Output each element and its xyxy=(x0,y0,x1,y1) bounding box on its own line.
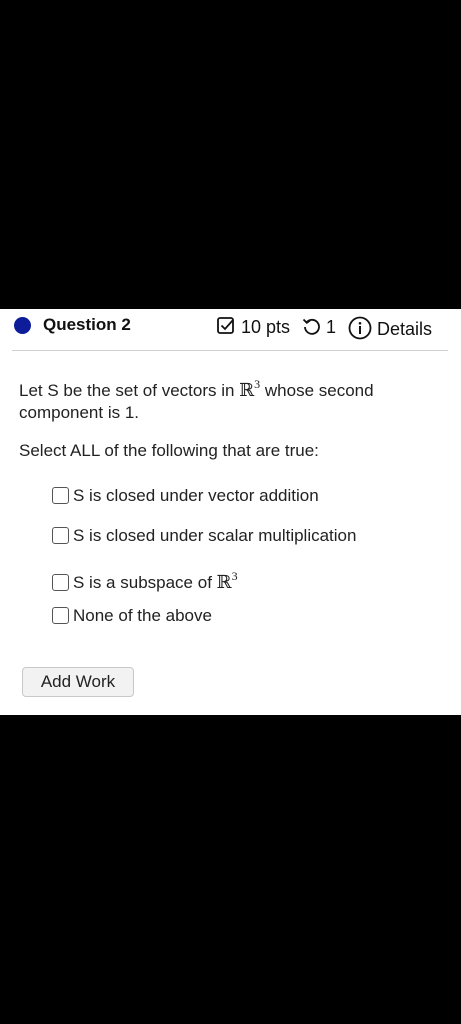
question-title: Question 2 xyxy=(43,315,131,334)
option-label[interactable]: None of the above xyxy=(73,606,212,625)
retry-icon xyxy=(302,318,320,335)
points-check-icon xyxy=(217,317,234,334)
option-item[interactable]: S is closed under scalar multiplication xyxy=(52,525,356,547)
prompt-space-symbol: ℝ xyxy=(239,380,255,401)
points-value: 10 pts xyxy=(241,317,291,337)
option-exponent: 3 xyxy=(231,569,238,583)
prompt-start: Let S be the set of vectors in xyxy=(19,381,235,400)
prompt-exponent: 3 xyxy=(254,377,261,391)
option-item[interactable]: S is a subspace of ℝ3 xyxy=(52,565,238,594)
option-label[interactable]: S is a subspace of xyxy=(73,573,212,592)
checkbox-icon[interactable] xyxy=(52,527,69,544)
details-link[interactable]: Details xyxy=(348,316,432,340)
points-indicator: 10 pts xyxy=(216,316,290,338)
option-label[interactable]: S is closed under scalar multiplication xyxy=(73,526,356,545)
question-panel: Question 2 10 pts 1 Details Let S be the… xyxy=(0,309,461,715)
question-prompt: Let S be the set of vectors in ℝ3 whose … xyxy=(19,373,439,424)
question-header: Question 2 10 pts 1 Details xyxy=(0,309,461,351)
instruction-text: Select ALL of the following that are tru… xyxy=(19,441,319,460)
option-label[interactable]: S is closed under vector addition xyxy=(73,486,319,505)
checkbox-icon[interactable] xyxy=(52,574,69,591)
header-divider xyxy=(12,350,448,351)
add-work-button[interactable]: Add Work xyxy=(22,667,134,697)
checkbox-icon[interactable] xyxy=(52,487,69,504)
option-item[interactable]: S is closed under vector addition xyxy=(52,485,319,507)
details-label[interactable]: Details xyxy=(377,319,432,339)
attempts-indicator: 1 xyxy=(301,316,336,338)
attempts-value: 1 xyxy=(326,317,337,337)
checkbox-icon[interactable] xyxy=(52,607,69,624)
info-icon xyxy=(348,316,372,340)
status-dot xyxy=(14,317,31,334)
option-item[interactable]: None of the above xyxy=(52,605,212,627)
option-space-symbol: ℝ xyxy=(216,572,232,593)
